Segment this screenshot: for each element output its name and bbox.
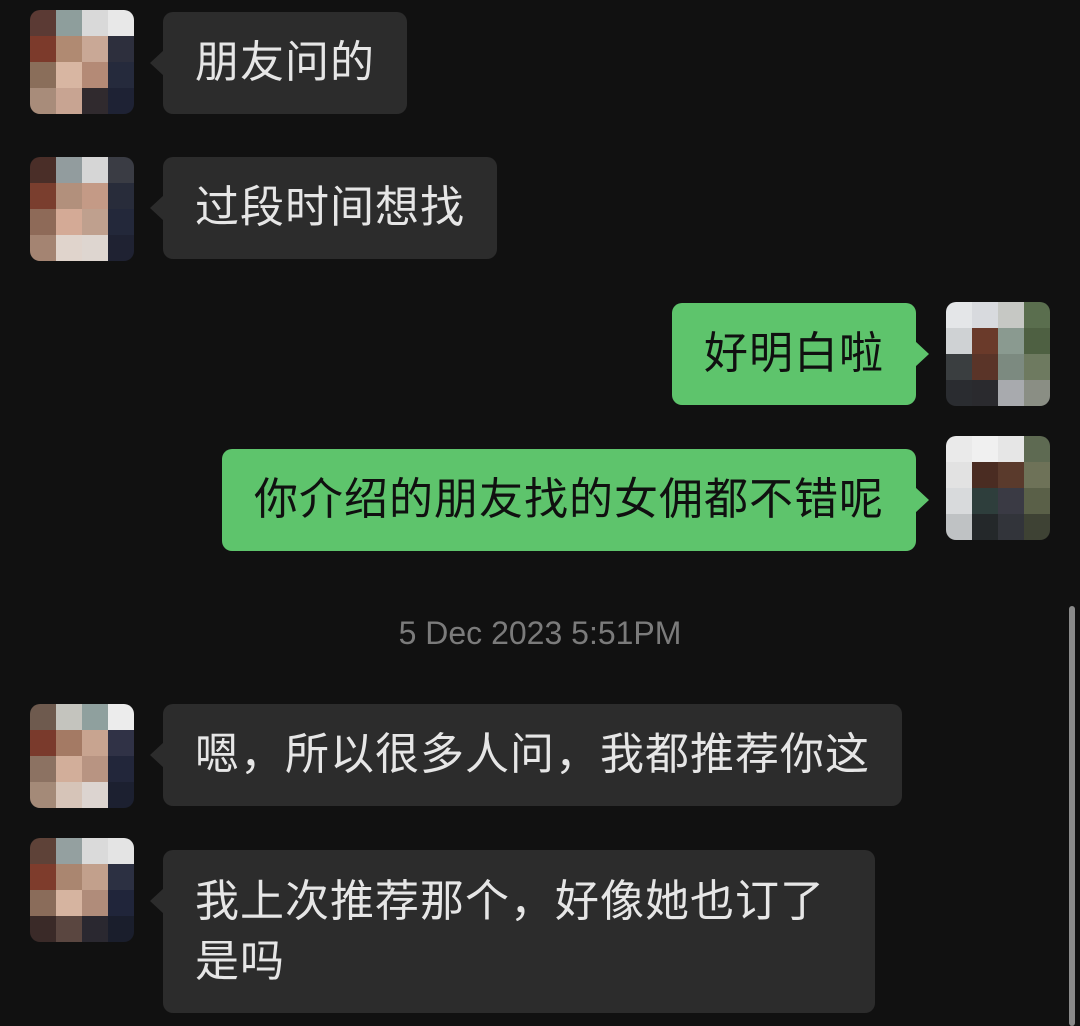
contact-avatar[interactable]	[30, 704, 134, 808]
contact-avatar[interactable]	[30, 157, 134, 261]
scrollbar[interactable]	[1069, 606, 1075, 1026]
timestamp-divider: 5 Dec 2023 5:51PM	[398, 615, 682, 651]
message-bubble[interactable]: 嗯，所以很多人问，我都推荐你这	[150, 704, 902, 806]
message-bubble[interactable]: 过段时间想找	[150, 157, 497, 259]
message-text: 嗯，所以很多人问，我都推荐你这	[195, 729, 870, 780]
message-text: 我上次推荐那个，好像她也订了是吗	[195, 876, 825, 987]
message-bubble[interactable]: 好明白啦	[672, 303, 929, 405]
message-text: 你介绍的朋友找的女佣都不错呢	[254, 474, 884, 525]
contact-avatar[interactable]	[30, 10, 134, 114]
message-text: 朋友问的	[195, 37, 375, 88]
contact-avatar[interactable]	[30, 838, 134, 942]
message-bubble[interactable]: 你介绍的朋友找的女佣都不错呢	[222, 449, 929, 551]
message-text: 过段时间想找	[195, 182, 465, 233]
message-bubble[interactable]: 我上次推荐那个，好像她也订了是吗	[150, 850, 875, 1013]
self-avatar[interactable]	[946, 302, 1050, 406]
message-bubble[interactable]: 朋友问的	[150, 12, 407, 114]
message-text: 好明白啦	[704, 328, 884, 379]
self-avatar[interactable]	[946, 436, 1050, 540]
